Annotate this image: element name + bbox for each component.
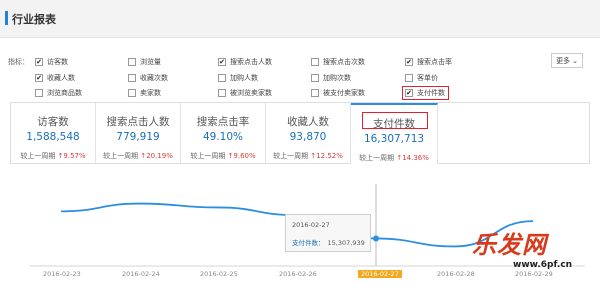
x-tick-label: 2016-02-26 — [279, 270, 317, 278]
filter-option-label: 客单价 — [417, 74, 438, 82]
metric-compare: 较上一周期 ↑9.57% — [11, 151, 95, 161]
filter-option[interactable]: 搜索点击次数 — [311, 57, 365, 67]
metric-compare: 较上一周期 ↑14.36% — [351, 153, 437, 163]
x-tick-label: 2016-02-24 — [122, 270, 160, 278]
metric-title: 访客数 — [37, 116, 69, 128]
checkbox[interactable] — [218, 89, 226, 97]
metrics-tabs: 访客数 1,588,548 较上一周期 ↑9.57% 搜索点击人数 779,919 较上一… — [10, 102, 590, 165]
filter-option-label: 被支付卖家数 — [323, 89, 365, 97]
tooltip-series-label: 支付件数： — [292, 239, 325, 247]
metric-change: ↑14.36% — [396, 154, 429, 162]
filter-option-label: 浏览量 — [140, 58, 161, 66]
report-header: 行业报表 — [0, 0, 600, 38]
metric-compare: 较上一周期 ↑12.52% — [266, 151, 350, 161]
filter-option[interactable]: 客单价 — [405, 73, 438, 83]
filter-option-label: 卖家数 — [140, 89, 161, 97]
metric-value: 49.10% — [202, 131, 244, 143]
header-accent-bar — [5, 11, 8, 25]
metric-tab[interactable]: 收藏人数 93,870 较上一周期 ↑12.52% — [266, 103, 351, 165]
filter-option[interactable]: ✔ 访客数 — [35, 57, 68, 67]
metric-tab[interactable]: 搜索点击人数 779,919 较上一周期 ↑20.19% — [96, 103, 181, 165]
filter-option[interactable]: ✔ 搜索点击人数 — [218, 57, 272, 67]
metric-compare-label: 较上一周期 — [190, 152, 226, 160]
metric-value: 1,588,548 — [26, 131, 80, 143]
watermark-logo-text: 乐发网 — [472, 230, 547, 259]
x-tick-label: 2016-02-25 — [200, 270, 238, 278]
filter-option-label: 访客数 — [47, 58, 68, 66]
metric-change: ↑20.19% — [140, 152, 173, 160]
filter-option[interactable]: ✔ 支付件数 — [402, 86, 449, 100]
metrics-filter-label: 指标： — [8, 58, 29, 66]
filter-option-label: 浏览商品数 — [47, 89, 82, 97]
metric-compare-label: 较上一周期 — [20, 152, 56, 160]
more-button[interactable]: 更多 ⌄ — [551, 53, 583, 68]
filter-option-label: 搜索点击率 — [417, 58, 452, 66]
metric-title: 收藏人数 — [287, 116, 329, 128]
metric-value: 93,870 — [289, 131, 327, 143]
x-tick-label: 2016-02-28 — [437, 270, 475, 278]
x-tick-label: 2016-02-27 — [358, 270, 402, 278]
x-tick-label: 2016-02-23 — [43, 270, 81, 278]
metric-change: ↑9.57% — [57, 152, 86, 160]
checkbox[interactable] — [311, 89, 319, 97]
filter-option-label: 收藏人数 — [47, 74, 75, 82]
filter-option-label: 支付件数 — [417, 89, 445, 97]
metric-change: ↑9.60% — [227, 152, 256, 160]
filter-option[interactable]: 收藏次数 — [128, 73, 168, 83]
metric-title: 支付件数 — [373, 118, 415, 130]
filter-option[interactable]: 加购人数 — [218, 73, 258, 83]
watermark-url: www.6pf.cn — [513, 260, 573, 270]
metric-tab[interactable]: 支付件数 16,307,713 较上一周期 ↑14.36% — [351, 103, 438, 165]
filter-option[interactable]: ✔ 收藏人数 — [35, 73, 75, 83]
data-point — [373, 235, 379, 242]
filter-option[interactable]: 浏览商品数 — [35, 88, 82, 98]
filter-option[interactable]: 加购次数 — [311, 73, 351, 83]
filter-option[interactable]: 被支付卖家数 — [311, 88, 365, 98]
chevron-down-icon: ⌄ — [572, 56, 578, 65]
tooltip-value: 15,307,939 — [327, 239, 365, 247]
page-title: 行业报表 — [12, 13, 56, 26]
checkbox[interactable]: ✔ — [218, 58, 226, 66]
x-tick-label: 2016-02-29 — [515, 270, 553, 278]
checkbox[interactable]: ✔ — [405, 58, 413, 66]
checkbox[interactable] — [128, 89, 136, 97]
checkbox[interactable] — [218, 74, 226, 82]
filter-option[interactable]: 卖家数 — [128, 88, 161, 98]
checkbox[interactable] — [405, 74, 413, 82]
metric-change: ↑12.52% — [310, 152, 343, 160]
filter-option-label: 搜索点击人数 — [230, 58, 272, 66]
more-label: 更多 — [556, 56, 571, 65]
metric-compare: 较上一周期 ↑20.19% — [96, 151, 180, 161]
filter-option-label: 加购人数 — [230, 74, 258, 82]
metric-title: 搜索点击率 — [196, 116, 250, 128]
metric-tab[interactable]: 访客数 1,588,548 较上一周期 ↑9.57% — [11, 103, 96, 165]
checkbox[interactable] — [128, 74, 136, 82]
metric-compare-label: 较上一周期 — [273, 152, 309, 160]
checkbox[interactable]: ✔ — [405, 89, 413, 97]
filter-option[interactable]: 被浏览卖家数 — [218, 88, 272, 98]
chart-tooltip: 2016-02-27 支付件数： 15,307,939 — [285, 214, 371, 252]
metric-tab[interactable]: 搜索点击率 49.10% 较上一周期 ↑9.60% — [181, 103, 266, 165]
filter-option-label: 加购次数 — [323, 74, 351, 82]
filter-option-label: 搜索点击次数 — [323, 58, 365, 66]
checkbox[interactable]: ✔ — [35, 74, 43, 82]
filter-option[interactable]: 浏览量 — [128, 57, 161, 67]
checkbox[interactable] — [128, 58, 136, 66]
tooltip-date: 2016-02-27 — [292, 221, 330, 229]
filter-option[interactable]: ✔ 搜索点击率 — [405, 57, 452, 67]
metric-title: 搜索点击人数 — [106, 116, 170, 128]
metric-compare-label: 较上一周期 — [103, 152, 139, 160]
filter-option-label: 收藏次数 — [140, 74, 168, 82]
filter-option-label: 被浏览卖家数 — [230, 89, 272, 97]
metric-compare: 较上一周期 ↑9.60% — [181, 151, 265, 161]
metric-value: 779,919 — [116, 131, 160, 143]
checkbox[interactable] — [35, 89, 43, 97]
checkbox[interactable] — [311, 58, 319, 66]
tooltip-series: 支付件数： 15,307,939 — [292, 237, 365, 247]
metric-value: 16,307,713 — [363, 133, 425, 145]
checkbox[interactable]: ✔ — [35, 58, 43, 66]
checkbox[interactable] — [311, 74, 319, 82]
metric-compare-label: 较上一周期 — [359, 154, 395, 162]
